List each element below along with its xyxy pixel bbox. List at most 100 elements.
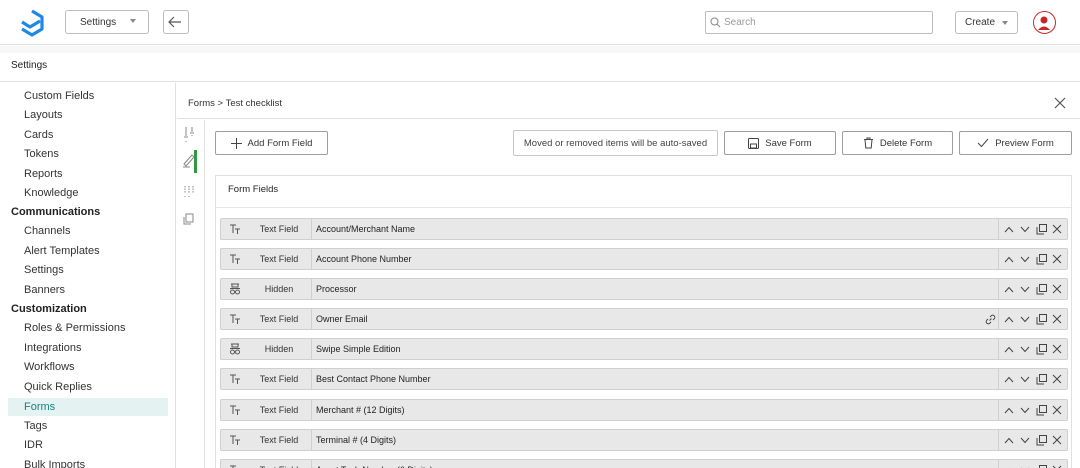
search-icon (710, 17, 721, 28)
user-avatar[interactable] (1033, 11, 1056, 34)
divider (311, 400, 312, 420)
save-form-label: Save Form (765, 137, 812, 149)
divider (998, 430, 999, 450)
sidebar-item-channels[interactable]: Channels (8, 222, 168, 240)
copy-icon[interactable] (182, 212, 200, 230)
duplicate-icon[interactable] (1033, 341, 1049, 357)
duplicate-icon[interactable] (1033, 311, 1049, 327)
save-icon (748, 137, 760, 149)
field-actions (998, 339, 1065, 359)
remove-field-icon[interactable] (1049, 311, 1065, 327)
sidebar-item-alert-templates[interactable]: Alert Templates (8, 242, 168, 260)
divider (998, 279, 999, 299)
columns-icon[interactable] (182, 184, 200, 202)
remove-field-icon[interactable] (1049, 221, 1065, 237)
form-field-row[interactable]: Text Field Account/Merchant Name (220, 218, 1068, 240)
sliders-icon[interactable] (182, 126, 200, 144)
search-input[interactable] (724, 17, 924, 28)
sidebar-item-tokens[interactable]: Tokens (8, 145, 168, 163)
active-tool-indicator (194, 150, 197, 173)
back-button[interactable] (163, 10, 189, 34)
preview-form-button[interactable]: Preview Form (959, 131, 1072, 155)
move-down-icon[interactable] (1017, 311, 1033, 327)
move-up-icon[interactable] (1001, 371, 1017, 387)
field-actions (998, 369, 1065, 389)
move-down-icon[interactable] (1017, 371, 1033, 387)
header-band (0, 46, 1080, 53)
divider (998, 460, 999, 468)
sidebar-item-knowledge[interactable]: Knowledge (8, 184, 168, 202)
move-up-icon[interactable] (1001, 281, 1017, 297)
settings-dropdown[interactable]: Settings (65, 10, 149, 34)
sidebar-item-workflows[interactable]: Workflows (8, 358, 168, 376)
move-up-icon[interactable] (1001, 432, 1017, 448)
close-icon[interactable] (1053, 96, 1067, 110)
remove-field-icon[interactable] (1049, 371, 1065, 387)
move-down-icon[interactable] (1017, 281, 1033, 297)
form-field-row[interactable]: Hidden Processor (220, 278, 1068, 300)
sidebar-item-custom-fields[interactable]: Custom Fields (8, 87, 168, 105)
form-field-row[interactable]: Text Field Account Phone Number (220, 248, 1068, 270)
move-down-icon[interactable] (1017, 462, 1033, 468)
sidebar-item-layouts[interactable]: Layouts (8, 106, 168, 124)
add-form-field-label: Add Form Field (247, 137, 313, 149)
search-box[interactable] (705, 11, 933, 34)
duplicate-icon[interactable] (1033, 432, 1049, 448)
field-actions (982, 309, 1065, 329)
remove-field-icon[interactable] (1049, 432, 1065, 448)
sidebar-item-reports[interactable]: Reports (8, 165, 168, 183)
divider (177, 118, 1080, 119)
create-dropdown[interactable]: Create (955, 11, 1018, 34)
remove-field-icon[interactable] (1049, 462, 1065, 468)
sidebar-item-roles-permissions[interactable]: Roles & Permissions (8, 319, 168, 337)
remove-field-icon[interactable] (1049, 251, 1065, 267)
app-logo[interactable] (18, 9, 46, 37)
plus-icon (230, 137, 242, 149)
form-field-row[interactable]: Text Field Terminal # (4 Digits) (220, 429, 1068, 451)
duplicate-icon[interactable] (1033, 371, 1049, 387)
sidebar-item-idr[interactable]: IDR (8, 436, 168, 454)
divider (216, 207, 1071, 208)
field-name: Merchant # (12 Digits) (316, 405, 405, 415)
sidebar-item-bulk-imports[interactable]: Bulk Imports (8, 456, 168, 468)
move-up-icon[interactable] (1001, 341, 1017, 357)
sidebar-item-quick-replies[interactable]: Quick Replies (8, 378, 168, 396)
move-down-icon[interactable] (1017, 251, 1033, 267)
link-icon[interactable] (982, 311, 998, 327)
delete-form-button[interactable]: Delete Form (842, 131, 953, 155)
save-form-button[interactable]: Save Form (724, 131, 836, 155)
remove-field-icon[interactable] (1049, 281, 1065, 297)
divider (311, 430, 312, 450)
form-field-row[interactable]: Text Field Owner Email (220, 308, 1068, 330)
move-up-icon[interactable] (1001, 462, 1017, 468)
move-up-icon[interactable] (1001, 402, 1017, 418)
duplicate-icon[interactable] (1033, 462, 1049, 468)
sidebar-item-cards[interactable]: Cards (8, 126, 168, 144)
move-down-icon[interactable] (1017, 341, 1033, 357)
sidebar-item-banners[interactable]: Banners (8, 281, 168, 299)
add-form-field-button[interactable]: Add Form Field (215, 131, 328, 155)
remove-field-icon[interactable] (1049, 402, 1065, 418)
form-field-row[interactable]: Text Field Merchant # (12 Digits) (220, 399, 1068, 421)
move-down-icon[interactable] (1017, 402, 1033, 418)
form-field-row[interactable]: Text Field Asset Tech Number (6 Digits) (220, 459, 1068, 468)
duplicate-icon[interactable] (1033, 402, 1049, 418)
sidebar-item-forms[interactable]: Forms (8, 398, 168, 416)
duplicate-icon[interactable] (1033, 251, 1049, 267)
form-field-row[interactable]: Text Field Best Contact Phone Number (220, 368, 1068, 390)
form-field-row[interactable]: Hidden Swipe Simple Edition (220, 338, 1068, 360)
move-up-icon[interactable] (1001, 311, 1017, 327)
duplicate-icon[interactable] (1033, 221, 1049, 237)
remove-field-icon[interactable] (1049, 341, 1065, 357)
move-down-icon[interactable] (1017, 432, 1033, 448)
sidebar-item-tags[interactable]: Tags (8, 417, 168, 435)
trash-icon (863, 137, 874, 149)
move-down-icon[interactable] (1017, 221, 1033, 237)
edit-icon[interactable] (182, 152, 200, 170)
sidebar-item-settings[interactable]: Settings (8, 261, 168, 279)
move-up-icon[interactable] (1001, 221, 1017, 237)
move-up-icon[interactable] (1001, 251, 1017, 267)
duplicate-icon[interactable] (1033, 281, 1049, 297)
sidebar-item-integrations[interactable]: Integrations (8, 339, 168, 357)
field-name: Terminal # (4 Digits) (316, 435, 397, 445)
